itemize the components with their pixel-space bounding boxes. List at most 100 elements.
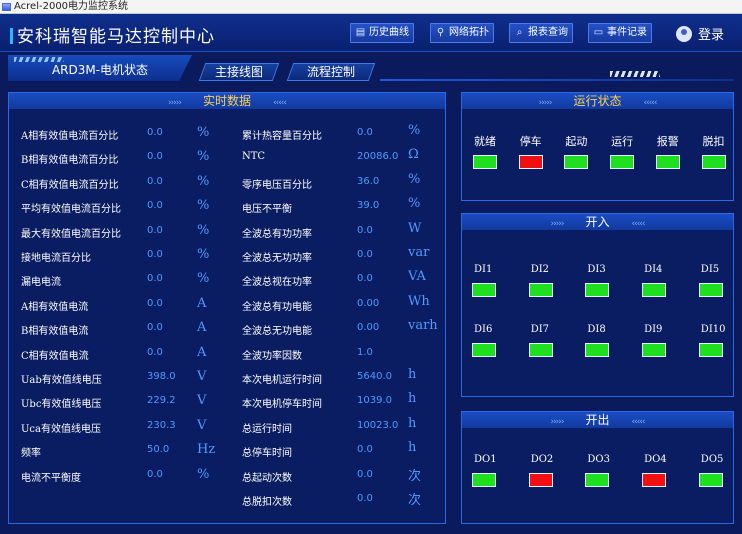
realtime-unit: Wh (408, 293, 430, 309)
realtime-label: 最大有效值电流百分比 (21, 228, 121, 240)
network-topology-button[interactable]: ⚲ 网络拓扑 (430, 23, 494, 43)
realtime-unit: 次 (408, 468, 422, 484)
output-indicator (472, 473, 496, 487)
input-indicator (642, 283, 667, 297)
realtime-unit: A (197, 320, 207, 336)
status-label: 起动 (565, 135, 588, 148)
realtime-unit: h (408, 415, 417, 431)
input-indicator (585, 343, 610, 357)
panel-header: ››››› 开出 ‹‹‹‹‹ (462, 412, 733, 428)
realtime-unit: % (408, 123, 421, 138)
decorative-line (380, 79, 734, 81)
input-indicator (642, 343, 667, 357)
input-label: DI5 (700, 264, 720, 275)
decorative-stripes (610, 71, 660, 77)
app-icon (2, 3, 11, 11)
realtime-unit: % (197, 125, 210, 140)
tab-main-wiring[interactable]: 主接线图 (198, 63, 280, 81)
realtime-unit: V (197, 417, 207, 433)
search-icon: ⌕ (516, 27, 523, 38)
realtime-unit: % (197, 222, 210, 238)
chart-icon: ▤ (355, 27, 366, 38)
realtime-value: 0.0 (147, 322, 163, 334)
output-indicator (698, 473, 723, 487)
document-icon: ▭ (593, 27, 604, 38)
status-indicator (610, 155, 635, 169)
realtime-value: 1.0 (357, 346, 373, 358)
realtime-value: 39.0 (357, 200, 380, 212)
input-indicator (698, 343, 723, 357)
input-label: DI10 (700, 324, 726, 335)
realtime-unit: var (408, 245, 430, 260)
realtime-value: 0.0 (357, 224, 373, 236)
realtime-value: 0.0 (357, 444, 373, 456)
realtime-label: Ubc有效值线电压 (21, 399, 102, 411)
realtime-label: 全波功率因数 (242, 350, 302, 362)
realtime-unit: A (197, 295, 207, 311)
realtime-label: Uca有效值线电压 (21, 423, 101, 435)
realtime-value: 0.0 (147, 175, 163, 187)
status-label: 就绪 (474, 135, 496, 148)
input-indicator (585, 283, 610, 297)
realtime-label: 总运行时间 (242, 423, 292, 435)
tab-strip: ARD3M-电机状态 主接线图 流程控制 (0, 53, 742, 85)
output-label: DO3 (587, 454, 610, 465)
report-query-button[interactable]: ⌕ 报表查询 (509, 23, 573, 43)
realtime-label: 总停车时间 (242, 448, 292, 460)
realtime-value: 398.0 (147, 371, 176, 382)
input-label: DI3 (587, 264, 606, 275)
realtime-value: 36.0 (357, 175, 380, 187)
run-status-panel: ››››› 运行状态 ‹‹‹‹‹ 就绪 停车 起动 运行 报警 脱扣 (461, 92, 734, 201)
realtime-label: C相有效值电流 (21, 350, 89, 362)
realtime-value: 50.0 (147, 444, 170, 456)
realtime-value: 20086.0 (357, 151, 399, 163)
realtime-label: 电压不平衡 (242, 204, 292, 216)
motor-status-tab[interactable]: ARD3M-电机状态 (8, 55, 192, 81)
tab-process-control[interactable]: 流程控制 (286, 63, 376, 81)
panel-title: 实时数据 (202, 94, 251, 108)
realtime-label: 零序电压百分比 (242, 179, 312, 191)
realtime-unit: % (197, 173, 210, 189)
digital-output-panel: ››››› 开出 ‹‹‹‹‹ DO1 DO2 DO3 DO4 DO5 (461, 411, 734, 524)
realtime-label: 总起动次数 (242, 472, 292, 484)
realtime-label: 全波总有功电能 (242, 301, 312, 313)
window-title: Acrel-2000电力监控系统 (14, 1, 129, 12)
status-label: 脱扣 (702, 135, 725, 148)
realtime-label: 接地电流百分比 (21, 253, 91, 264)
input-label: DI8 (587, 324, 606, 335)
realtime-label: 本次电机停车时间 (242, 399, 322, 411)
realtime-value: 0.00 (357, 322, 380, 334)
realtime-value: 0.0 (357, 493, 373, 504)
output-indicator (528, 473, 553, 487)
realtime-label: 本次电机运行时间 (242, 375, 322, 386)
status-indicator (655, 155, 680, 169)
realtime-label: A相有效值电流百分比 (21, 131, 119, 142)
realtime-unit: 次 (408, 493, 422, 508)
realtime-value: 0.0 (147, 297, 163, 309)
realtime-value: 230.3 (147, 419, 176, 431)
window-title-bar: Acrel-2000电力监控系统 (0, 0, 742, 14)
realtime-label: 平均有效值电流百分比 (21, 204, 121, 216)
realtime-unit: W (408, 220, 422, 236)
output-label: DO4 (644, 454, 667, 465)
input-label: DI1 (474, 264, 493, 275)
realtime-label: A相有效值电流 (21, 301, 89, 313)
output-label: DO1 (474, 454, 497, 465)
realtime-label: 全波总视在功率 (242, 277, 312, 289)
history-curve-button[interactable]: ▤ 历史曲线 (350, 23, 414, 43)
login-button[interactable]: 登录 (676, 24, 724, 43)
input-indicator (698, 283, 723, 297)
realtime-value: 0.0 (147, 346, 163, 358)
realtime-unit: % (197, 271, 210, 287)
realtime-label: Uab有效值线电压 (21, 375, 102, 386)
realtime-unit: V (197, 369, 207, 384)
output-label: DO5 (700, 454, 724, 465)
output-label: DO2 (530, 454, 554, 465)
input-label: DI2 (530, 264, 550, 275)
realtime-label: B相有效值电流 (21, 326, 89, 338)
realtime-unit: % (197, 466, 210, 482)
realtime-data-panel: ››››› 实时数据 ‹‹‹‹‹ A相有效值电流百分比 0.0% B相有效值电流百分比 0… (8, 92, 446, 524)
realtime-value: 0.0 (147, 224, 163, 236)
event-log-button[interactable]: ▭ 事件记录 (588, 23, 652, 43)
realtime-unit: % (197, 198, 210, 214)
